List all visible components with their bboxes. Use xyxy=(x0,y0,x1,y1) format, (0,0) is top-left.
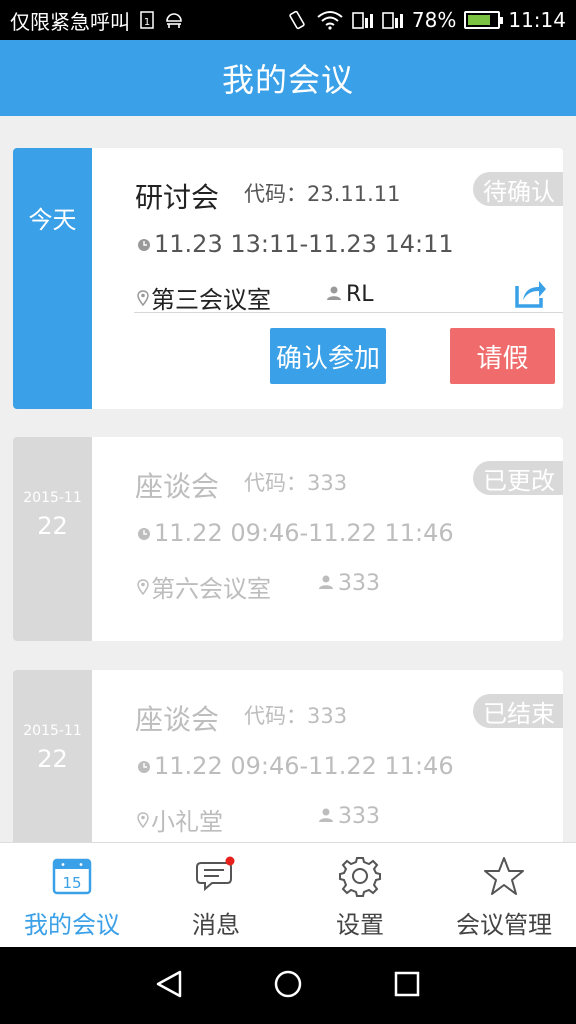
status-badge: 已结束 xyxy=(473,694,563,728)
date-day: 22 xyxy=(37,745,68,773)
tab-label: 我的会议 xyxy=(24,911,120,939)
divider xyxy=(134,312,563,313)
recent-apps-icon[interactable] xyxy=(392,969,422,1003)
meeting-room: 第六会议室 xyxy=(137,569,271,604)
location-pin-icon xyxy=(137,806,149,834)
meeting-host: RL xyxy=(326,282,374,307)
date-column: 2015-11 22 xyxy=(13,437,92,641)
page-title: 我的会议 xyxy=(221,61,354,99)
meeting-code: 代码：333 xyxy=(244,471,348,495)
date-column: 2015-11 22 xyxy=(13,670,92,842)
meeting-code: 代码：23.11.11 xyxy=(244,182,401,206)
date-day: 22 xyxy=(37,512,68,540)
meeting-title: 研讨会 xyxy=(135,181,220,214)
system-nav-bar xyxy=(0,947,576,1024)
clock-icon xyxy=(137,519,151,547)
app-bar: 我的会议 xyxy=(0,40,576,116)
status-bar: 仅限紧急呼叫 1 78% 11:14 xyxy=(0,0,576,40)
clock-icon xyxy=(137,230,151,258)
meeting-title: 座谈会 xyxy=(135,470,220,503)
tab-messages[interactable]: 消息 xyxy=(144,843,288,947)
sim-card-icon: 1 xyxy=(140,11,154,29)
meeting-time: 11.22 09:46-11.22 11:46 xyxy=(137,752,454,780)
emergency-call-text: 仅限紧急呼叫 xyxy=(10,9,130,34)
battery-icon xyxy=(464,11,504,29)
meeting-host: 333 xyxy=(318,571,380,596)
wifi-icon xyxy=(316,10,344,30)
tab-label: 设置 xyxy=(336,911,384,939)
signal-1-icon xyxy=(352,10,374,30)
home-icon[interactable] xyxy=(273,969,303,1003)
gear-icon xyxy=(339,855,381,897)
confirm-attend-button[interactable]: 确认参加 xyxy=(270,328,386,384)
date-column: 今天 xyxy=(13,148,92,409)
share-icon[interactable] xyxy=(513,276,547,310)
meeting-room: 第三会议室 xyxy=(137,280,271,315)
tab-settings[interactable]: 设置 xyxy=(288,843,432,947)
tab-meeting-management[interactable]: 会议管理 xyxy=(432,843,576,947)
vibrate-icon xyxy=(286,10,308,30)
unread-badge xyxy=(225,856,235,866)
meeting-list[interactable]: 今天 研讨会 代码：23.11.11 待确认 11.23 13:11-11.23… xyxy=(0,116,576,842)
meeting-card[interactable]: 今天 研讨会 代码：23.11.11 待确认 11.23 13:11-11.23… xyxy=(13,148,563,409)
message-icon xyxy=(195,855,237,897)
svg-text:1: 1 xyxy=(144,17,150,28)
location-pin-icon xyxy=(137,284,149,312)
tab-label: 消息 xyxy=(192,911,240,939)
status-badge: 已更改 xyxy=(473,461,563,495)
request-leave-button[interactable]: 请假 xyxy=(450,328,555,384)
person-icon xyxy=(326,282,342,307)
svg-text:15: 15 xyxy=(62,874,81,892)
meeting-code: 代码：333 xyxy=(244,704,348,728)
date-year-month: 2015-11 xyxy=(23,723,82,739)
star-icon xyxy=(483,855,525,897)
meeting-card[interactable]: 2015-11 22 座谈会 代码：333 已更改 11.22 09:46-11… xyxy=(13,437,563,641)
meeting-time: 11.23 13:11-11.23 14:11 xyxy=(137,230,454,258)
tab-my-meetings[interactable]: 15 我的会议 xyxy=(0,843,144,947)
meeting-card[interactable]: 2015-11 22 座谈会 代码：333 已结束 11.22 09:46-11… xyxy=(13,670,563,842)
status-time: 11:14 xyxy=(508,8,566,32)
location-pin-icon xyxy=(137,573,149,601)
date-year-month: 2015-11 xyxy=(23,490,82,506)
person-icon xyxy=(318,804,334,829)
tab-label: 会议管理 xyxy=(456,911,552,939)
android-debug-icon xyxy=(164,11,184,29)
today-label: 今天 xyxy=(28,206,77,234)
meeting-time: 11.22 09:46-11.22 11:46 xyxy=(137,519,454,547)
meeting-host: 333 xyxy=(318,804,380,829)
battery-percent: 78% xyxy=(411,8,457,32)
clock-icon xyxy=(137,752,151,780)
meeting-room: 小礼堂 xyxy=(137,802,223,837)
back-icon[interactable] xyxy=(154,969,184,1003)
status-badge: 待确认 xyxy=(473,172,563,206)
signal-2-icon xyxy=(382,10,404,30)
meeting-title: 座谈会 xyxy=(135,703,220,736)
calendar-icon: 15 xyxy=(51,855,93,897)
bottom-tab-bar: 15 我的会议 消息 设置 会议管理 xyxy=(0,842,576,947)
person-icon xyxy=(318,571,334,596)
